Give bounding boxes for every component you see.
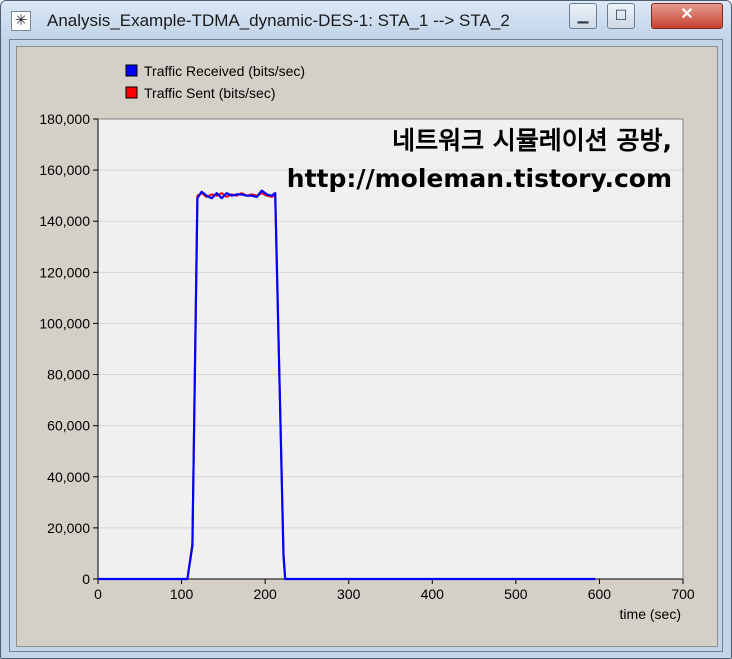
watermark-line-2: http://moleman.tistory.com bbox=[287, 164, 672, 193]
close-button[interactable]: ✕ bbox=[651, 3, 723, 29]
asterisk-icon[interactable]: ✳ bbox=[11, 11, 31, 31]
y-tick-label: 120,000 bbox=[39, 264, 90, 280]
x-tick-label: 300 bbox=[337, 586, 361, 602]
y-tick-label: 0 bbox=[82, 571, 90, 587]
x-tick-label: 400 bbox=[421, 586, 445, 602]
legend-label: Traffic Sent (bits/sec) bbox=[144, 85, 275, 101]
x-tick-label: 0 bbox=[94, 586, 102, 602]
minimize-button[interactable]: ▁ bbox=[569, 3, 597, 29]
legend-label: Traffic Received (bits/sec) bbox=[144, 63, 305, 79]
x-tick-label: 700 bbox=[671, 586, 695, 602]
y-tick-label: 80,000 bbox=[47, 367, 90, 383]
y-tick-label: 20,000 bbox=[47, 520, 90, 536]
x-tick-label: 100 bbox=[170, 586, 194, 602]
x-axis-title: time (sec) bbox=[620, 606, 681, 622]
x-tick-label: 200 bbox=[253, 586, 277, 602]
y-tick-label: 180,000 bbox=[39, 111, 90, 127]
chart-panel: 0 20,000 40,000 60,000 80,000 100,000 120,000 1… bbox=[16, 46, 718, 647]
window-title: Analysis_Example-TDMA_dynamic-DES-1: STA… bbox=[47, 11, 510, 30]
legend-swatch bbox=[125, 86, 138, 99]
line-chart: 0 20,000 40,000 60,000 80,000 100,000 120,000 1… bbox=[39, 63, 695, 622]
x-tick-label: 600 bbox=[588, 586, 612, 602]
y-tick-label: 160,000 bbox=[39, 162, 90, 178]
legend-swatch bbox=[125, 64, 138, 77]
y-tick-label: 100,000 bbox=[39, 315, 90, 331]
y-tick-label: 40,000 bbox=[47, 469, 90, 485]
watermark-line-1: 네트워크 시뮬레이션 공방, bbox=[392, 126, 672, 155]
x-tick-label: 500 bbox=[504, 586, 528, 602]
chart-window: ✳ Analysis_Example-TDMA_dynamic-DES-1: S… bbox=[0, 0, 732, 659]
y-tick-label: 60,000 bbox=[47, 418, 90, 434]
title-bar[interactable]: ✳ Analysis_Example-TDMA_dynamic-DES-1: S… bbox=[1, 1, 731, 39]
client-area: 0 20,000 40,000 60,000 80,000 100,000 120,000 1… bbox=[9, 39, 723, 652]
maximize-button[interactable]: ☐ bbox=[607, 3, 635, 29]
y-tick-label: 140,000 bbox=[39, 213, 90, 229]
